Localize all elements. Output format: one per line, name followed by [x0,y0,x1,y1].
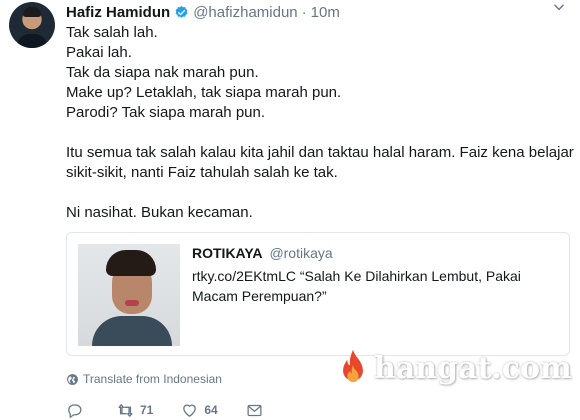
reply-button[interactable] [66,402,89,419]
retweet-count: 71 [140,403,154,417]
separator-dot: · [301,3,307,21]
retweet-icon [118,403,133,417]
quoted-line: rtky.co/2EKtmLC “Salah Ke Dilahirkan Lem… [192,268,521,284]
tweet-line: Ni nasihat. Bukan kecaman. [66,204,253,221]
direct-message-button[interactable] [246,402,263,419]
quoted-thumbnail [78,244,180,346]
verified-badge-icon [175,5,188,18]
quoted-header: ROTIKAYA @rotikaya [192,245,333,261]
tweet-line: Tak da siapa nak marah pun. [66,64,259,81]
author-handle[interactable]: @hafizhamidun [193,4,297,21]
flame-icon [343,349,363,383]
retweet-button[interactable]: 71 [117,402,153,419]
tweet-line: Parodi? Tak siapa marah pun. [66,104,266,121]
reply-icon [68,403,82,418]
watermark-text: hangat.com [374,350,572,386]
avatar-hair [23,7,41,17]
message-icon [247,404,262,416]
quoted-author-name: ROTIKAYA [192,245,263,261]
avatar[interactable] [9,2,55,48]
author-name[interactable]: Hafiz Hamidun [66,4,170,21]
timestamp[interactable]: 10m [311,4,340,21]
quoted-text: rtky.co/2EKtmLC “Salah Ke Dilahirkan Lem… [192,266,562,306]
translate-link[interactable]: Translate from Indonesian [66,372,222,386]
tweet-line: Pakai lah. [66,44,132,61]
tweet-line: Tak salah lah. [66,24,158,41]
thumbnail-hair [106,250,156,276]
tweet-line: Itu semua tak salah kalau kita jahil dan… [66,144,574,161]
tweet-text: Tak salah lah. Pakai lah. Tak da siapa n… [66,23,574,223]
action-bar: 71 64 [66,400,291,420]
tweet-line: sikit-sikit, nanti Faiz tahulah salah ke… [66,164,338,181]
watermark: hangat.com [336,346,572,390]
globe-icon [67,373,78,385]
like-count: 64 [204,403,218,417]
translate-label: Translate from Indonesian [83,372,222,386]
avatar-collar [17,34,47,48]
quoted-line: Macam Perempuan?” [192,288,327,304]
thumbnail-lips [125,300,139,306]
like-button[interactable]: 64 [181,402,218,419]
chevron-down-icon[interactable] [552,0,566,14]
quoted-tweet-card[interactable]: ROTIKAYA @rotikaya rtky.co/2EKtmLC “Sala… [66,232,570,356]
tweet-header: Hafiz Hamidun @hafizhamidun · 10m [66,2,340,22]
thumbnail-body [92,316,172,346]
heart-icon [183,404,197,417]
quoted-author-handle: @rotikaya [269,245,333,261]
tweet-line: Make up? Letaklah, tak siapa marah pun. [66,84,342,101]
